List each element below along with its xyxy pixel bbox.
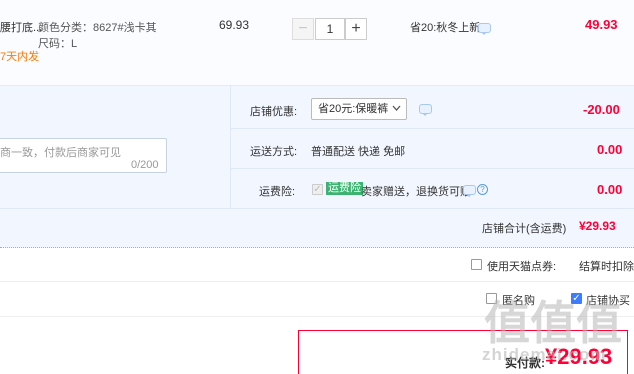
item-discount-note: 省20:秋冬上新 [410,22,481,34]
shop-total-value: ¥29.93 [579,219,616,233]
item-title[interactable]: 腰打底... [0,19,42,35]
tmall-points-checkbox[interactable] [471,259,482,270]
shop-coupon-value: 省20元:保暖裤 [318,103,389,115]
cart-item-row [0,0,634,86]
message-char-counter: 0/200 [131,159,159,171]
shop-coupon-label: 店铺优惠: [250,106,298,118]
tmall-points-label: 使用天猫点券: [487,261,557,273]
panel-divider [230,86,231,208]
insurance-tag: 运费险 [326,182,363,195]
shipping-method-value: 普通配送 快递 免邮 [311,146,406,158]
chat-bubble-icon[interactable] [463,185,476,197]
shipping-amount: 0.00 [597,142,623,157]
shop-total-label: 店铺合计(含运费) [482,223,567,235]
shipping-insurance-label: 运费险: [259,186,296,198]
panel-divider [230,168,634,169]
watermark-glyph: 值 [484,296,530,350]
panel-divider [230,128,634,129]
shipping-method-label: 运送方式: [250,146,298,158]
section-divider [0,281,634,282]
item-spec-color: 颜色分类：8627#浅卡其 [38,22,157,34]
chat-bubble-icon[interactable] [419,104,432,116]
insurance-checkbox[interactable]: ✓ [312,184,323,195]
insurance-amount: 0.00 [597,182,623,197]
help-icon[interactable]: ? [477,184,488,195]
insurance-description: 卖家赠送，退换货可赔 [361,186,471,198]
delivery-promise: 7天内发 [0,51,40,63]
shop-coupon-amount: -20.00 [583,102,620,117]
watermark-glyph: 值 [576,296,622,350]
item-subtotal: 49.93 [585,17,618,32]
item-spec-size: 尺码：L [38,38,78,50]
buyer-message-placeholder: 商一致，付款后商家可见 [0,147,121,159]
quantity-increase-button[interactable]: + [345,18,367,40]
watermark-logo: 值值值 [484,300,622,346]
shop-coupon-select[interactable]: 省20元:保暖裤 [311,98,407,120]
chevron-down-icon [392,105,401,111]
quantity-input[interactable]: 1 [315,18,345,40]
tmall-points-note: 结算时扣除 [579,261,634,273]
panel-divider [0,208,634,209]
watermark-url: zhidemai.com [482,345,607,364]
unit-price: 69.93 [219,18,250,32]
chat-bubble-icon[interactable] [478,23,491,35]
quantity-decrease-button[interactable]: − [292,18,314,40]
watermark-glyph: 值 [530,296,576,350]
